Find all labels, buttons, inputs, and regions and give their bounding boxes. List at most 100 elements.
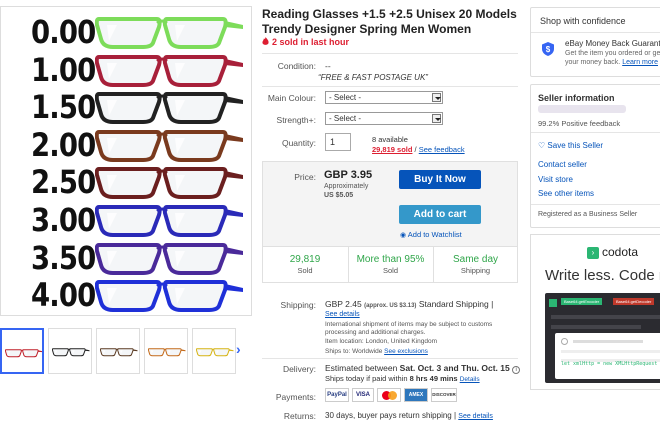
- ad-code-preview: Base64.getEncoder Base64.getDecoder: [545, 293, 660, 383]
- price-label: Price:: [294, 172, 316, 182]
- ad-code-card: [555, 333, 660, 379]
- approx-value: US $5.05: [324, 192, 354, 199]
- glasses-thumb-icon: [5, 349, 42, 358]
- power-label: 0.00: [31, 13, 96, 51]
- chevron-right-icon[interactable]: ›: [236, 341, 241, 357]
- ad-code-line: let xmlHttp = new XMLHttpRequest: [561, 361, 658, 367]
- save-seller-label: Save this Seller: [547, 141, 603, 150]
- thumb-yellow-glasses[interactable]: [192, 328, 236, 374]
- condition-value: --: [325, 61, 331, 71]
- item-location: Item location: London, United Kingdom: [325, 338, 438, 345]
- seller-information-panel: Seller information 99.2% Positive feedba…: [530, 84, 660, 228]
- glasses-image: [94, 280, 243, 313]
- guarantee-text: Get the item you ordered or get your mon…: [565, 49, 660, 67]
- stat-percent-sold: More than 95% Sold: [348, 247, 432, 283]
- glasses-image: [94, 92, 243, 125]
- seller-name-redacted: [538, 105, 626, 113]
- ebay-listing-page: 0.00 1.00 1.50 2.00 2.50 3.00 3.50 4.00 › Readi…: [0, 0, 660, 440]
- strength-select[interactable]: - Select -: [325, 112, 443, 125]
- see-feedback-link[interactable]: See feedback: [419, 145, 465, 154]
- power-label: 1.00: [31, 50, 96, 89]
- chevron-down-icon: [432, 114, 441, 123]
- power-row: 4.00: [1, 276, 251, 315]
- returns-details-link[interactable]: See details: [458, 413, 493, 420]
- power-row: 2.00: [1, 126, 251, 164]
- stat-value: More than 95%: [356, 254, 425, 265]
- power-label: 3.00: [31, 201, 96, 239]
- price-value: GBP 3.95: [324, 169, 373, 181]
- visit-store-link[interactable]: Visit store: [538, 175, 573, 184]
- divider: [262, 358, 518, 359]
- ad-tab-1: Base64.getEncoder: [561, 298, 603, 305]
- sold-last-hour: 2 sold in last hour: [262, 37, 349, 47]
- thumb-orange-glasses[interactable]: [144, 328, 188, 374]
- separator: /: [414, 145, 417, 154]
- glasses-image: [94, 17, 243, 49]
- codota-advertisement[interactable]: › codota Write less. Code more. Base64.g…: [530, 234, 660, 390]
- payments-label: Payments:: [275, 392, 316, 402]
- shop-with-confidence-panel: Shop with confidence $ eBay Money Back G…: [530, 7, 660, 77]
- sold-last-hour-text: 2 sold in last hour: [272, 37, 350, 47]
- glasses-thumb-icon: [52, 348, 90, 357]
- stat-value: 29,819: [289, 254, 321, 265]
- shipping-details-link[interactable]: See details: [325, 311, 360, 318]
- shipping-cost: GBP 2.45: [325, 299, 362, 309]
- power-label: 1.50: [31, 88, 96, 127]
- ad-tab-2: Base64.getDecoder: [613, 298, 655, 305]
- codota-logo-icon: ›: [587, 247, 599, 259]
- power-label: 4.00: [31, 276, 96, 315]
- business-seller-note: Registered as a Business Seller: [538, 211, 638, 218]
- thumb-black-glasses[interactable]: [48, 328, 92, 374]
- ad-headline: Write less. Code more.: [545, 267, 660, 284]
- divider: [531, 204, 660, 205]
- strength-select-value: - Select -: [329, 114, 362, 123]
- delivery-dates: Sat. Oct. 3 and Thu. Oct. 15: [399, 363, 510, 373]
- glasses-image: [94, 54, 243, 87]
- power-label: 3.50: [31, 238, 96, 277]
- add-to-cart-button[interactable]: Add to cart: [399, 205, 481, 224]
- see-exclusions-link[interactable]: See exclusions: [384, 348, 428, 355]
- returns-text: 30 days, buyer pays return shipping |: [325, 411, 457, 420]
- power-row: 3.00: [1, 201, 251, 239]
- shipping-approx: (approx. US $3.13): [364, 303, 417, 309]
- returns-label: Returns:: [283, 411, 316, 421]
- ad-brand: codota: [602, 245, 639, 259]
- delivery-details-link[interactable]: Details: [460, 376, 480, 383]
- thumb-tortoise-glasses[interactable]: [96, 328, 140, 374]
- listing-title: Reading Glasses +1.5 +2.5 Unisex 20 Mode…: [262, 7, 517, 36]
- power-row: 2.50: [1, 163, 251, 201]
- delivery-prefix: Estimated between: [325, 363, 398, 373]
- quantity-input[interactable]: 1: [325, 133, 351, 151]
- contact-seller-link[interactable]: Contact seller: [538, 160, 587, 169]
- power-row: 1.00: [1, 50, 251, 89]
- main-product-image[interactable]: 0.00 1.00 1.50 2.00 2.50 3.00 3.50 4.00: [0, 6, 252, 316]
- sold-count-link[interactable]: 29,819 sold: [372, 145, 412, 154]
- stat-label: Sold: [382, 266, 398, 275]
- shield-icon: $: [542, 42, 554, 56]
- thumb-red-glasses[interactable]: [0, 328, 44, 374]
- save-seller-link[interactable]: ♡ Save this Seller: [538, 141, 603, 150]
- available-count: 8 available: [372, 135, 408, 144]
- ships-to: Ships to: Worldwide: [325, 348, 383, 355]
- shipping-method: Standard Shipping |: [418, 299, 494, 309]
- divider: [262, 53, 518, 54]
- terminal-icon: [549, 299, 557, 307]
- info-icon[interactable]: i: [512, 366, 521, 374]
- positive-feedback: 99.2% Positive feedback: [538, 119, 621, 128]
- buy-it-now-button[interactable]: Buy It Now: [399, 170, 481, 189]
- shipping-line: GBP 2.45 (approx. US $3.13) Standard Shi…: [325, 299, 525, 309]
- chevron-down-icon: [432, 93, 441, 102]
- time-left: 8 hrs 49 mins: [409, 374, 458, 383]
- paypal-icon: PayPal: [325, 388, 349, 402]
- see-other-items-link[interactable]: See other items: [538, 189, 594, 198]
- visa-icon: VISA: [352, 388, 374, 402]
- svg-text:$: $: [546, 45, 551, 54]
- stat-sold: 29,819 Sold: [263, 247, 347, 283]
- thumbnail-strip: ›: [0, 328, 252, 374]
- colour-select[interactable]: - Select -: [325, 91, 443, 104]
- glasses-image: [94, 242, 243, 275]
- glasses-thumb-icon: [196, 348, 234, 357]
- learn-more-link[interactable]: Learn more: [622, 59, 658, 66]
- add-to-watchlist-link[interactable]: ◉ Add to Watchlist: [400, 230, 462, 239]
- glasses-thumb-icon: [100, 348, 138, 357]
